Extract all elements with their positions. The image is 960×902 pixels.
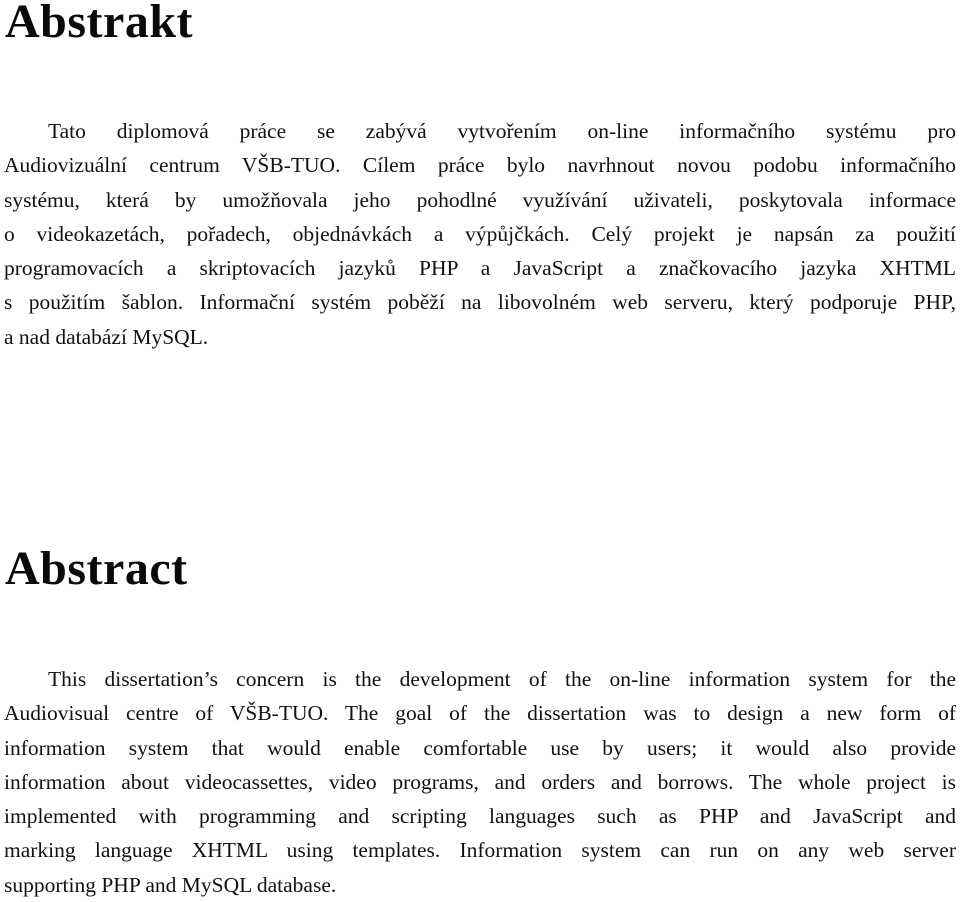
paragraph-line: information about videocassettes, video …: [4, 769, 956, 794]
paragraph-line: implemented with programming and scripti…: [4, 804, 956, 829]
paragraph-line: Audiovizuální centrum VŠB-TUO. Cílem prá…: [4, 153, 956, 178]
paragraph-line: Tato diplomová práce se zabývá vytvoření…: [48, 119, 956, 143]
paragraph-line: s použitím šablon. Informační systém pob…: [4, 290, 956, 315]
czech-abstract-paragraph: Tato diplomová práce se zabývá vytvoření…: [4, 114, 956, 354]
paragraph-line: systému, která by umožňovala jeho pohodl…: [4, 187, 956, 212]
english-abstract-heading: Abstract: [5, 542, 188, 595]
paragraph-line: marking language XHTML using templates. …: [4, 838, 956, 863]
paragraph-line: This dissertation’s concern is the devel…: [48, 667, 956, 691]
paragraph-line: o videokazetách, pořadech, objednávkách …: [4, 221, 956, 246]
paragraph-line: a nad databází MySQL.: [4, 324, 209, 349]
czech-abstract-heading: Abstrakt: [5, 0, 194, 48]
paragraph-line: information system that would enable com…: [4, 735, 956, 760]
paragraph-line: supporting PHP and MySQL database.: [4, 872, 337, 897]
paragraph-line: programovacích a skriptovacích jazyků PH…: [4, 256, 956, 281]
english-abstract-paragraph: This dissertation’s concern is the devel…: [4, 662, 956, 902]
paragraph-line: Audiovisual centre of VŠB-TUO. The goal …: [4, 701, 956, 726]
